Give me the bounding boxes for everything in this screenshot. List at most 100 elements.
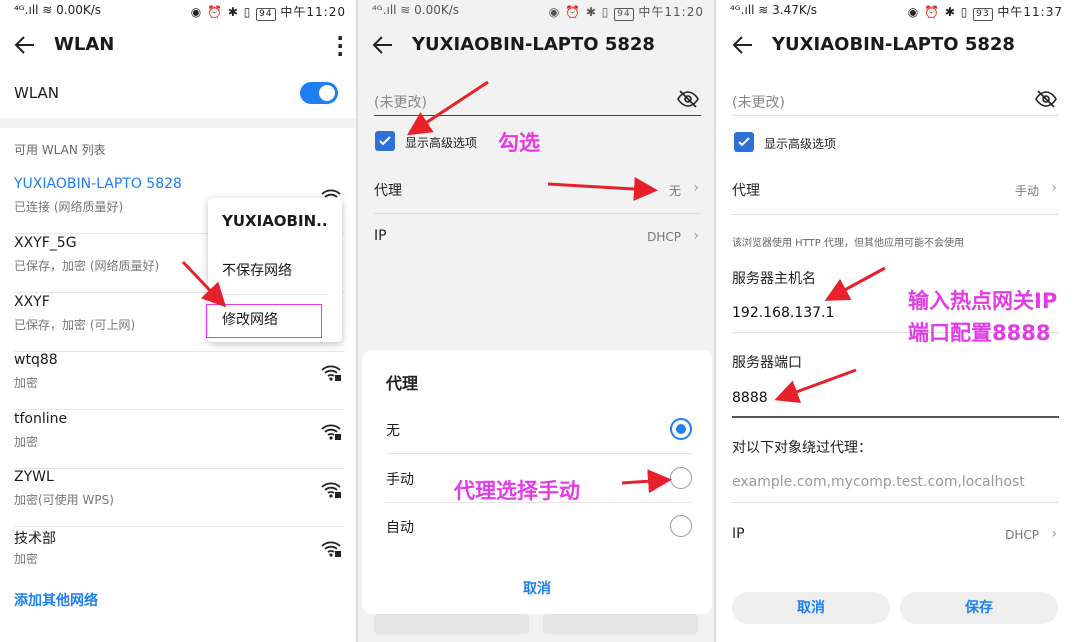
advanced-options-checkbox[interactable]: [375, 131, 395, 151]
ip-label: IP: [374, 228, 387, 244]
status-time: 中午11:20: [638, 5, 704, 19]
wifi-lock-icon: [321, 482, 341, 498]
status-bar: ⁴ᴳ.ıll ≋ 0.00K/s ◉ ⏰ ✱ ▯ 94 中午11:20: [0, 0, 358, 22]
wlan-toggle[interactable]: [300, 82, 338, 104]
network-item[interactable]: ZYWL 加密(可使用 WPS): [0, 469, 358, 527]
chevron-right-icon: ›: [693, 228, 699, 244]
wlan-list-screen: ⁴ᴳ.ıll ≋ 0.00K/s ◉ ⏰ ✱ ▯ 94 中午11:20 WLAN…: [0, 0, 358, 642]
chevron-right-icon: ›: [1051, 526, 1057, 542]
forget-network-item[interactable]: 不保存网络: [222, 260, 292, 280]
status-left: ⁴ᴳ.ıll ≋ 3.47K/s: [730, 3, 818, 17]
divider: [14, 409, 344, 410]
bypass-label: 对以下对象绕过代理：: [732, 440, 872, 456]
advanced-options-label: 显示高级选项: [405, 136, 478, 150]
ip-row[interactable]: IP DHCP ›: [374, 214, 701, 262]
back-arrow-icon[interactable]: [732, 34, 754, 56]
network-name: YUXIAOBIN-LAPTO 5828: [14, 176, 182, 192]
option-label: 手动: [386, 472, 414, 488]
proxy-hint: 该浏览器使用 HTTP 代理，但其他应用可能不会使用: [732, 238, 964, 249]
network-status: 已连接 (网络质量好): [14, 200, 124, 214]
app-bar: YUXIAOBIN-LAPTO 5828: [716, 22, 1091, 70]
eye-off-icon[interactable]: [677, 90, 699, 108]
ip-label: IP: [732, 526, 745, 542]
ip-value: DHCP: [1005, 528, 1039, 542]
proxy-value: 手动: [1014, 184, 1039, 198]
proxy-value: 无: [668, 184, 681, 198]
network-name: ZYWL: [14, 469, 54, 485]
proxy-option-none[interactable]: 无: [386, 406, 692, 454]
radio-unselected[interactable]: [670, 467, 692, 489]
divider: [14, 526, 344, 527]
highlight-box: [206, 304, 322, 338]
section-title: 可用 WLAN 列表: [14, 143, 106, 157]
ip-row[interactable]: IP DHCP ›: [732, 512, 1059, 560]
password-placeholder: (未更改): [732, 95, 785, 111]
radio-selected[interactable]: [670, 418, 692, 440]
password-field[interactable]: (未更改): [732, 86, 1059, 116]
wifi-lock-icon: [321, 541, 341, 557]
password-field[interactable]: (未更改): [374, 86, 701, 116]
network-name: tfonline: [14, 411, 68, 427]
network-item[interactable]: wtq88 加密: [0, 352, 358, 410]
more-options-icon[interactable]: · · ·: [336, 28, 344, 64]
wifi-lock-icon: [321, 365, 341, 381]
status-bar: ⁴ᴳ.ıll ≋ 0.00K/s ◉ ⏰ ✱ ▯ 94 中午11:20: [358, 0, 716, 22]
bypass-input[interactable]: example.com,mycomp.test.com,localhost: [732, 474, 1025, 490]
battery-icon: 94: [256, 8, 276, 21]
password-placeholder: (未更改): [374, 95, 427, 111]
chevron-right-icon: ›: [1051, 180, 1057, 196]
status-left: ⁴ᴳ.ıll ≋ 0.00K/s: [14, 3, 102, 17]
battery-icon: 94: [614, 8, 634, 21]
status-time: 中午11:20: [280, 5, 346, 19]
save-button-behind: [543, 614, 698, 634]
network-status: 已保存，加密 (网络质量好): [14, 259, 160, 273]
annotation-gateway-ip: 输入热点网关IP: [908, 289, 1058, 313]
advanced-options-label: 显示高级选项: [764, 137, 837, 151]
network-name: XXYF: [14, 294, 50, 310]
option-label: 无: [386, 423, 400, 439]
section-divider: [0, 118, 358, 128]
proxy-dialog-screen: ⁴ᴳ.ıll ≋ 0.00K/s ◉ ⏰ ✱ ▯ 94 中午11:20 YUXI…: [358, 0, 716, 642]
save-button[interactable]: 保存: [900, 592, 1058, 624]
page-title: WLAN: [54, 34, 115, 55]
dialog-cancel-button[interactable]: 取消: [362, 578, 712, 598]
battery-icon: 93: [973, 8, 993, 21]
cancel-button-behind: [374, 614, 529, 634]
toggle-knob: [319, 85, 335, 101]
proxy-row[interactable]: 代理 无 ›: [374, 166, 701, 214]
status-right: ◉ ⏰ ✱ ▯ 94 中午11:20: [549, 3, 704, 21]
port-label: 服务器端口: [732, 355, 802, 371]
wifi-lock-icon: [321, 424, 341, 440]
app-bar: YUXIAOBIN-LAPTO 5828: [358, 22, 716, 70]
back-arrow-icon[interactable]: [14, 34, 36, 56]
option-label: 自动: [386, 520, 414, 536]
host-input[interactable]: 192.168.137.1: [732, 305, 834, 321]
divider: [222, 294, 328, 295]
network-item[interactable]: tfonline 加密: [0, 411, 358, 469]
port-input[interactable]: 8888: [732, 390, 768, 406]
eye-off-icon[interactable]: [1035, 90, 1057, 108]
add-network-link[interactable]: 添加其他网络: [14, 590, 98, 610]
annotation-manual: 代理选择手动: [454, 479, 580, 503]
proxy-option-auto[interactable]: 自动: [386, 503, 692, 551]
proxy-label: 代理: [732, 183, 760, 199]
page-title: YUXIAOBIN-LAPTO 5828: [412, 34, 655, 55]
back-arrow-icon[interactable]: [372, 34, 394, 56]
network-status: 加密: [14, 376, 39, 390]
status-time: 中午11:37: [997, 5, 1063, 19]
radio-unselected[interactable]: [670, 515, 692, 537]
chevron-right-icon: ›: [693, 180, 699, 196]
cancel-button[interactable]: 取消: [732, 592, 890, 624]
network-status: 已保存，加密 (可上网): [14, 318, 136, 332]
network-item[interactable]: 技术部 加密: [0, 528, 358, 586]
status-icons: ◉ ⏰ ✱ ▯: [907, 5, 974, 19]
proxy-row[interactable]: 代理 手动 ›: [732, 166, 1059, 214]
context-menu-title: YUXIAOBIN..: [222, 212, 328, 230]
wlan-toggle-row: WLAN: [0, 70, 358, 118]
dialog-title: 代理: [386, 374, 419, 393]
proxy-manual-screen: ⁴ᴳ.ıll ≋ 3.47K/s ◉ ⏰ ✱ ▯ 93 中午11:37 YUXI…: [716, 0, 1091, 642]
advanced-options-checkbox[interactable]: [734, 132, 754, 152]
status-icons: ◉ ⏰ ✱ ▯: [548, 5, 615, 19]
status-icons: ◉ ⏰ ✱ ▯: [190, 5, 257, 19]
annotation-port: 端口配置8888: [908, 321, 1051, 345]
